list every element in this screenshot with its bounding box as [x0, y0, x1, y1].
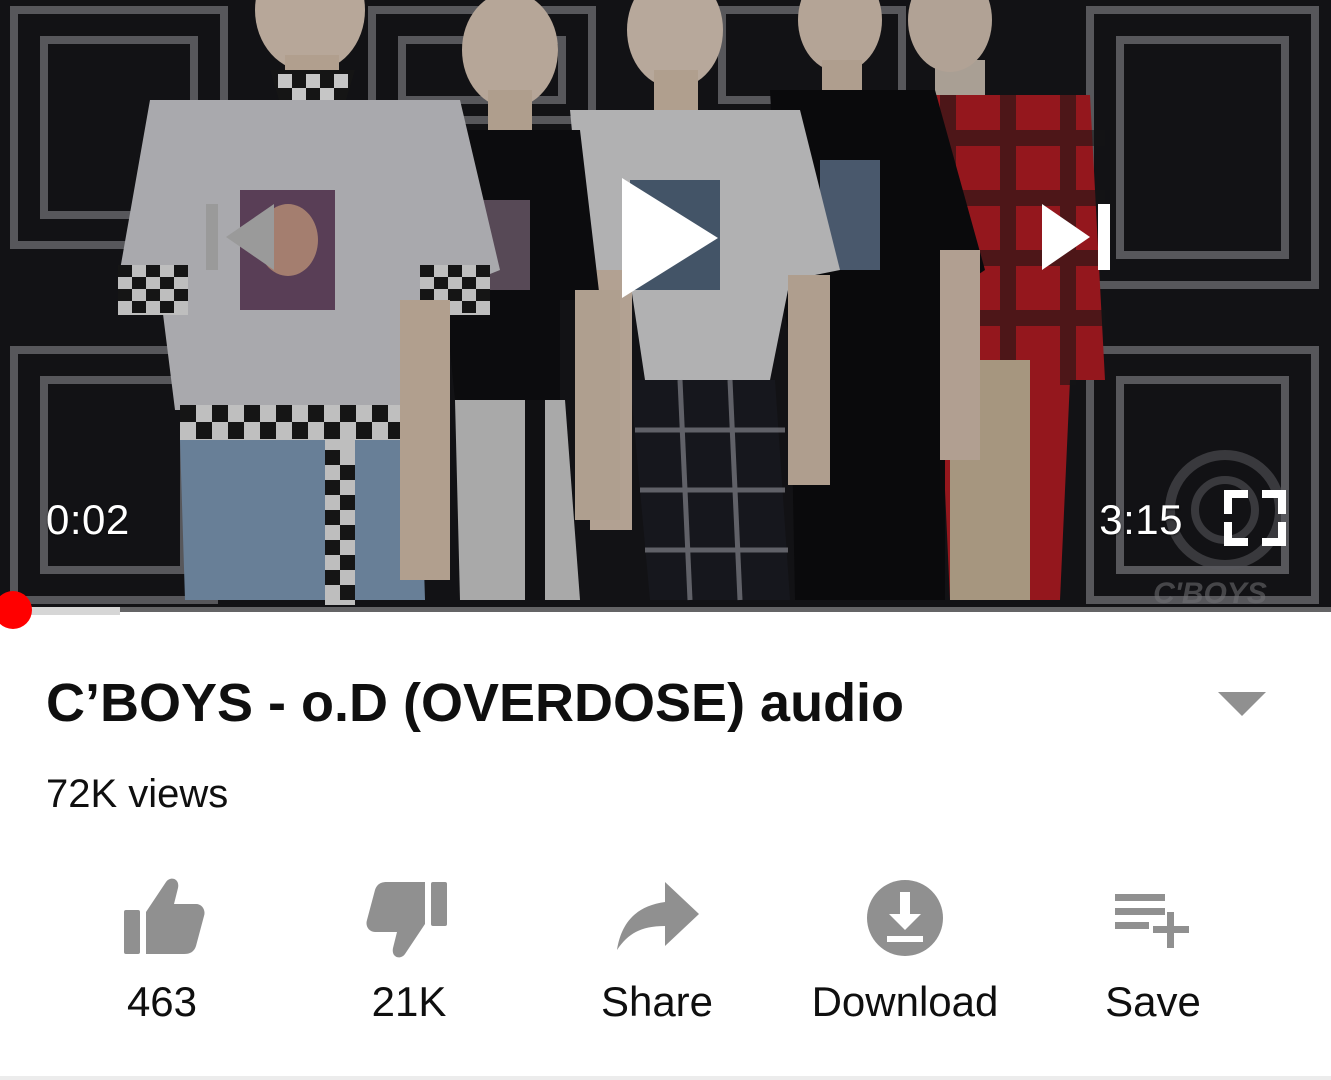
playlist-add-icon: [1115, 894, 1189, 948]
video-watch-screen: C'BOYS 0:02 3:15 C’BOYS - o.D (OVERDOSE)…: [0, 0, 1331, 1080]
download-button[interactable]: Download: [785, 860, 1025, 1040]
video-player[interactable]: C'BOYS 0:02 3:15: [0, 0, 1331, 612]
thumbs-down-icon: [366, 882, 447, 958]
save-button[interactable]: Save: [1033, 860, 1273, 1040]
caret-down-icon: [1218, 692, 1266, 716]
video-title: C’BOYS - o.D (OVERDOSE) audio: [46, 673, 905, 733]
play-icon: [622, 178, 718, 298]
dislike-count: 21K: [371, 978, 447, 1025]
like-count: 463: [126, 978, 198, 1025]
save-label: Save: [1105, 978, 1201, 1025]
previous-video-button[interactable]: [196, 196, 282, 276]
skip-next-icon: [1042, 204, 1110, 270]
current-time: 0:02: [46, 496, 130, 543]
dislike-button[interactable]: 21K: [289, 860, 529, 1040]
fullscreen-icon: [1224, 490, 1286, 546]
progress-bar[interactable]: [0, 607, 1331, 615]
view-count: 72K views: [46, 772, 229, 816]
like-button[interactable]: 463: [42, 860, 282, 1040]
bottom-divider: [0, 1076, 1331, 1080]
expand-description-button[interactable]: [1206, 682, 1278, 726]
share-arrow-icon: [617, 882, 699, 950]
play-button[interactable]: [608, 168, 728, 308]
fullscreen-button[interactable]: [1220, 486, 1290, 550]
share-label: Share: [600, 978, 714, 1025]
progress-scrubber-handle[interactable]: [0, 591, 32, 629]
skip-previous-icon: [206, 204, 274, 270]
video-duration: 3:15: [1099, 496, 1183, 543]
action-bar: 463 21K Share Download Save: [0, 860, 1331, 1040]
download-label: Download: [811, 978, 999, 1025]
next-video-button[interactable]: [1034, 196, 1120, 276]
download-icon: [867, 880, 943, 956]
thumbs-up-icon: [124, 878, 205, 954]
share-button[interactable]: Share: [537, 860, 777, 1040]
